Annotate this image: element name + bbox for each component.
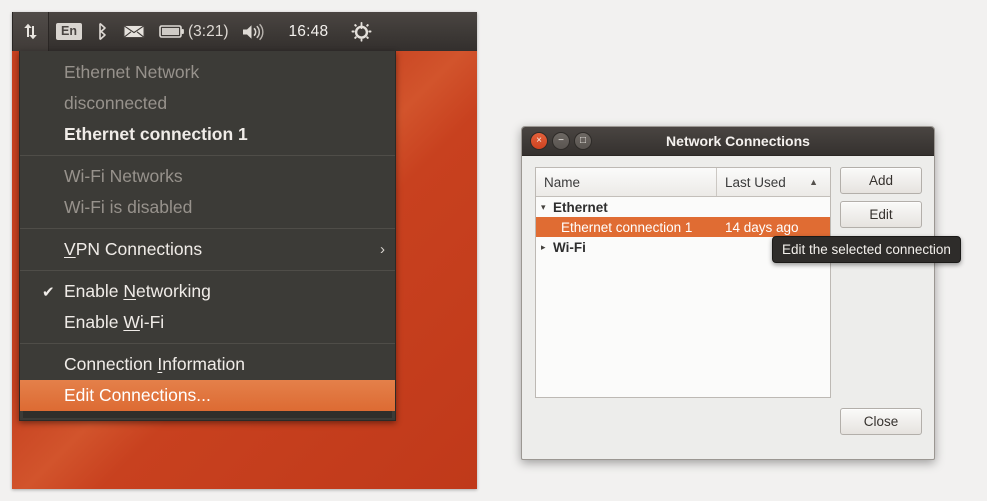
connection-last-used: 14 days ago — [725, 220, 830, 235]
maximize-window-button[interactable]: □ — [574, 132, 592, 150]
column-header-last-used[interactable]: Last Used ▲ — [717, 168, 830, 196]
bluetooth-icon — [96, 22, 109, 41]
menu-item-edit-connections[interactable]: Edit Connections... — [20, 380, 395, 411]
tooltip: Edit the selected connection — [772, 236, 961, 263]
column-header-label: Last Used — [725, 175, 786, 190]
connections-list-header: Name Last Used ▲ — [536, 168, 830, 197]
dialog-titlebar[interactable]: × − □ Network Connections — [522, 127, 934, 156]
maximize-icon: □ — [580, 136, 586, 146]
menu-separator — [20, 155, 395, 156]
session-indicator-button[interactable] — [344, 12, 379, 51]
expander-triangle-icon[interactable]: ▾ — [541, 202, 553, 213]
system-tray: En — [12, 12, 379, 51]
add-button[interactable]: Add — [840, 167, 922, 194]
list-group-label: Wi-Fi — [553, 240, 586, 255]
dialog-title: Network Connections — [604, 133, 872, 149]
list-group-ethernet[interactable]: ▾ Ethernet — [536, 197, 830, 217]
network-updown-icon — [22, 23, 39, 40]
menu-item-connection-information[interactable]: Connection Information — [20, 349, 395, 380]
desktop-area: En — [12, 12, 477, 489]
expander-triangle-icon[interactable]: ▸ — [541, 242, 553, 253]
network-indicator-button[interactable] — [12, 12, 49, 51]
menu-footer — [20, 411, 395, 420]
column-header-name[interactable]: Name — [536, 168, 717, 196]
minimize-icon: − — [558, 136, 564, 146]
speaker-icon — [242, 23, 265, 41]
checkmark-icon: ✔ — [42, 283, 55, 301]
menu-item-label: VPN Connections — [64, 239, 202, 260]
menu-separator — [20, 228, 395, 229]
network-menu: Ethernet Network disconnected Ethernet c… — [19, 51, 396, 421]
menu-item-label: Ethernet connection 1 — [64, 124, 248, 145]
keyboard-layout-button[interactable]: En — [49, 12, 89, 51]
menu-item-label: Ethernet Network — [64, 62, 199, 83]
menu-separator — [20, 343, 395, 344]
envelope-icon — [123, 24, 145, 39]
menu-item-label: Enable Networking — [64, 281, 211, 302]
list-group-label: Ethernet — [553, 200, 608, 215]
close-icon: × — [536, 136, 542, 146]
menu-item-wifi-is-disabled: Wi-Fi is disabled — [20, 192, 395, 223]
close-window-button[interactable]: × — [530, 132, 548, 150]
chevron-right-icon: › — [366, 241, 385, 258]
menu-item-disconnected: disconnected — [20, 88, 395, 119]
sort-ascending-icon: ▲ — [809, 177, 822, 187]
bluetooth-indicator-button[interactable] — [89, 12, 116, 51]
menu-item-vpn-connections[interactable]: VPN Connections › — [20, 234, 395, 265]
menu-item-ethernet-connection-1[interactable]: Ethernet connection 1 — [20, 119, 395, 150]
table-row[interactable]: Ethernet connection 1 14 days ago — [536, 217, 830, 237]
battery-icon — [159, 24, 185, 39]
network-connections-dialog: × − □ Network Connections Name Last Used… — [521, 126, 935, 460]
menu-item-label: Connection Information — [64, 354, 245, 375]
clock-label: 16:48 — [279, 23, 337, 41]
menu-item-label: Enable Wi-Fi — [64, 312, 164, 333]
menu-item-enable-wifi[interactable]: Enable Wi-Fi — [20, 307, 395, 338]
screenshot-root: En — [0, 0, 987, 501]
menu-item-wifi-networks: Wi-Fi Networks — [20, 161, 395, 192]
volume-indicator-button[interactable] — [235, 12, 272, 51]
battery-time-label: (3:21) — [185, 23, 229, 41]
menu-separator — [20, 270, 395, 271]
menu-item-enable-networking[interactable]: ✔ Enable Networking — [20, 276, 395, 307]
menu-item-label: disconnected — [64, 93, 167, 114]
connection-name: Ethernet connection 1 — [561, 220, 725, 235]
menu-item-ethernet-network: Ethernet Network — [20, 57, 395, 88]
power-gear-icon — [351, 21, 372, 42]
menu-footer-bar — [23, 411, 392, 418]
menu-item-label: Wi-Fi is disabled — [64, 197, 192, 218]
connections-list[interactable]: Name Last Used ▲ ▾ Ethernet Ethernet con… — [535, 167, 831, 398]
clock-indicator-button[interactable]: 16:48 — [272, 12, 344, 51]
top-panel: En — [12, 12, 477, 51]
messaging-indicator-button[interactable] — [116, 12, 152, 51]
keyboard-lang-icon: En — [56, 23, 82, 41]
close-button[interactable]: Close — [840, 408, 922, 435]
menu-item-label: Edit Connections... — [64, 385, 211, 406]
column-header-label: Name — [544, 175, 580, 190]
dialog-button-column: Add Edit — [840, 167, 922, 235]
battery-indicator-button[interactable]: (3:21) — [152, 12, 236, 51]
minimize-window-button[interactable]: − — [552, 132, 570, 150]
edit-button[interactable]: Edit — [840, 201, 922, 228]
menu-item-label: Wi-Fi Networks — [64, 166, 183, 187]
dialog-body: Name Last Used ▲ ▾ Ethernet Ethernet con… — [522, 156, 934, 447]
network-menu-items: Ethernet Network disconnected Ethernet c… — [20, 51, 395, 411]
